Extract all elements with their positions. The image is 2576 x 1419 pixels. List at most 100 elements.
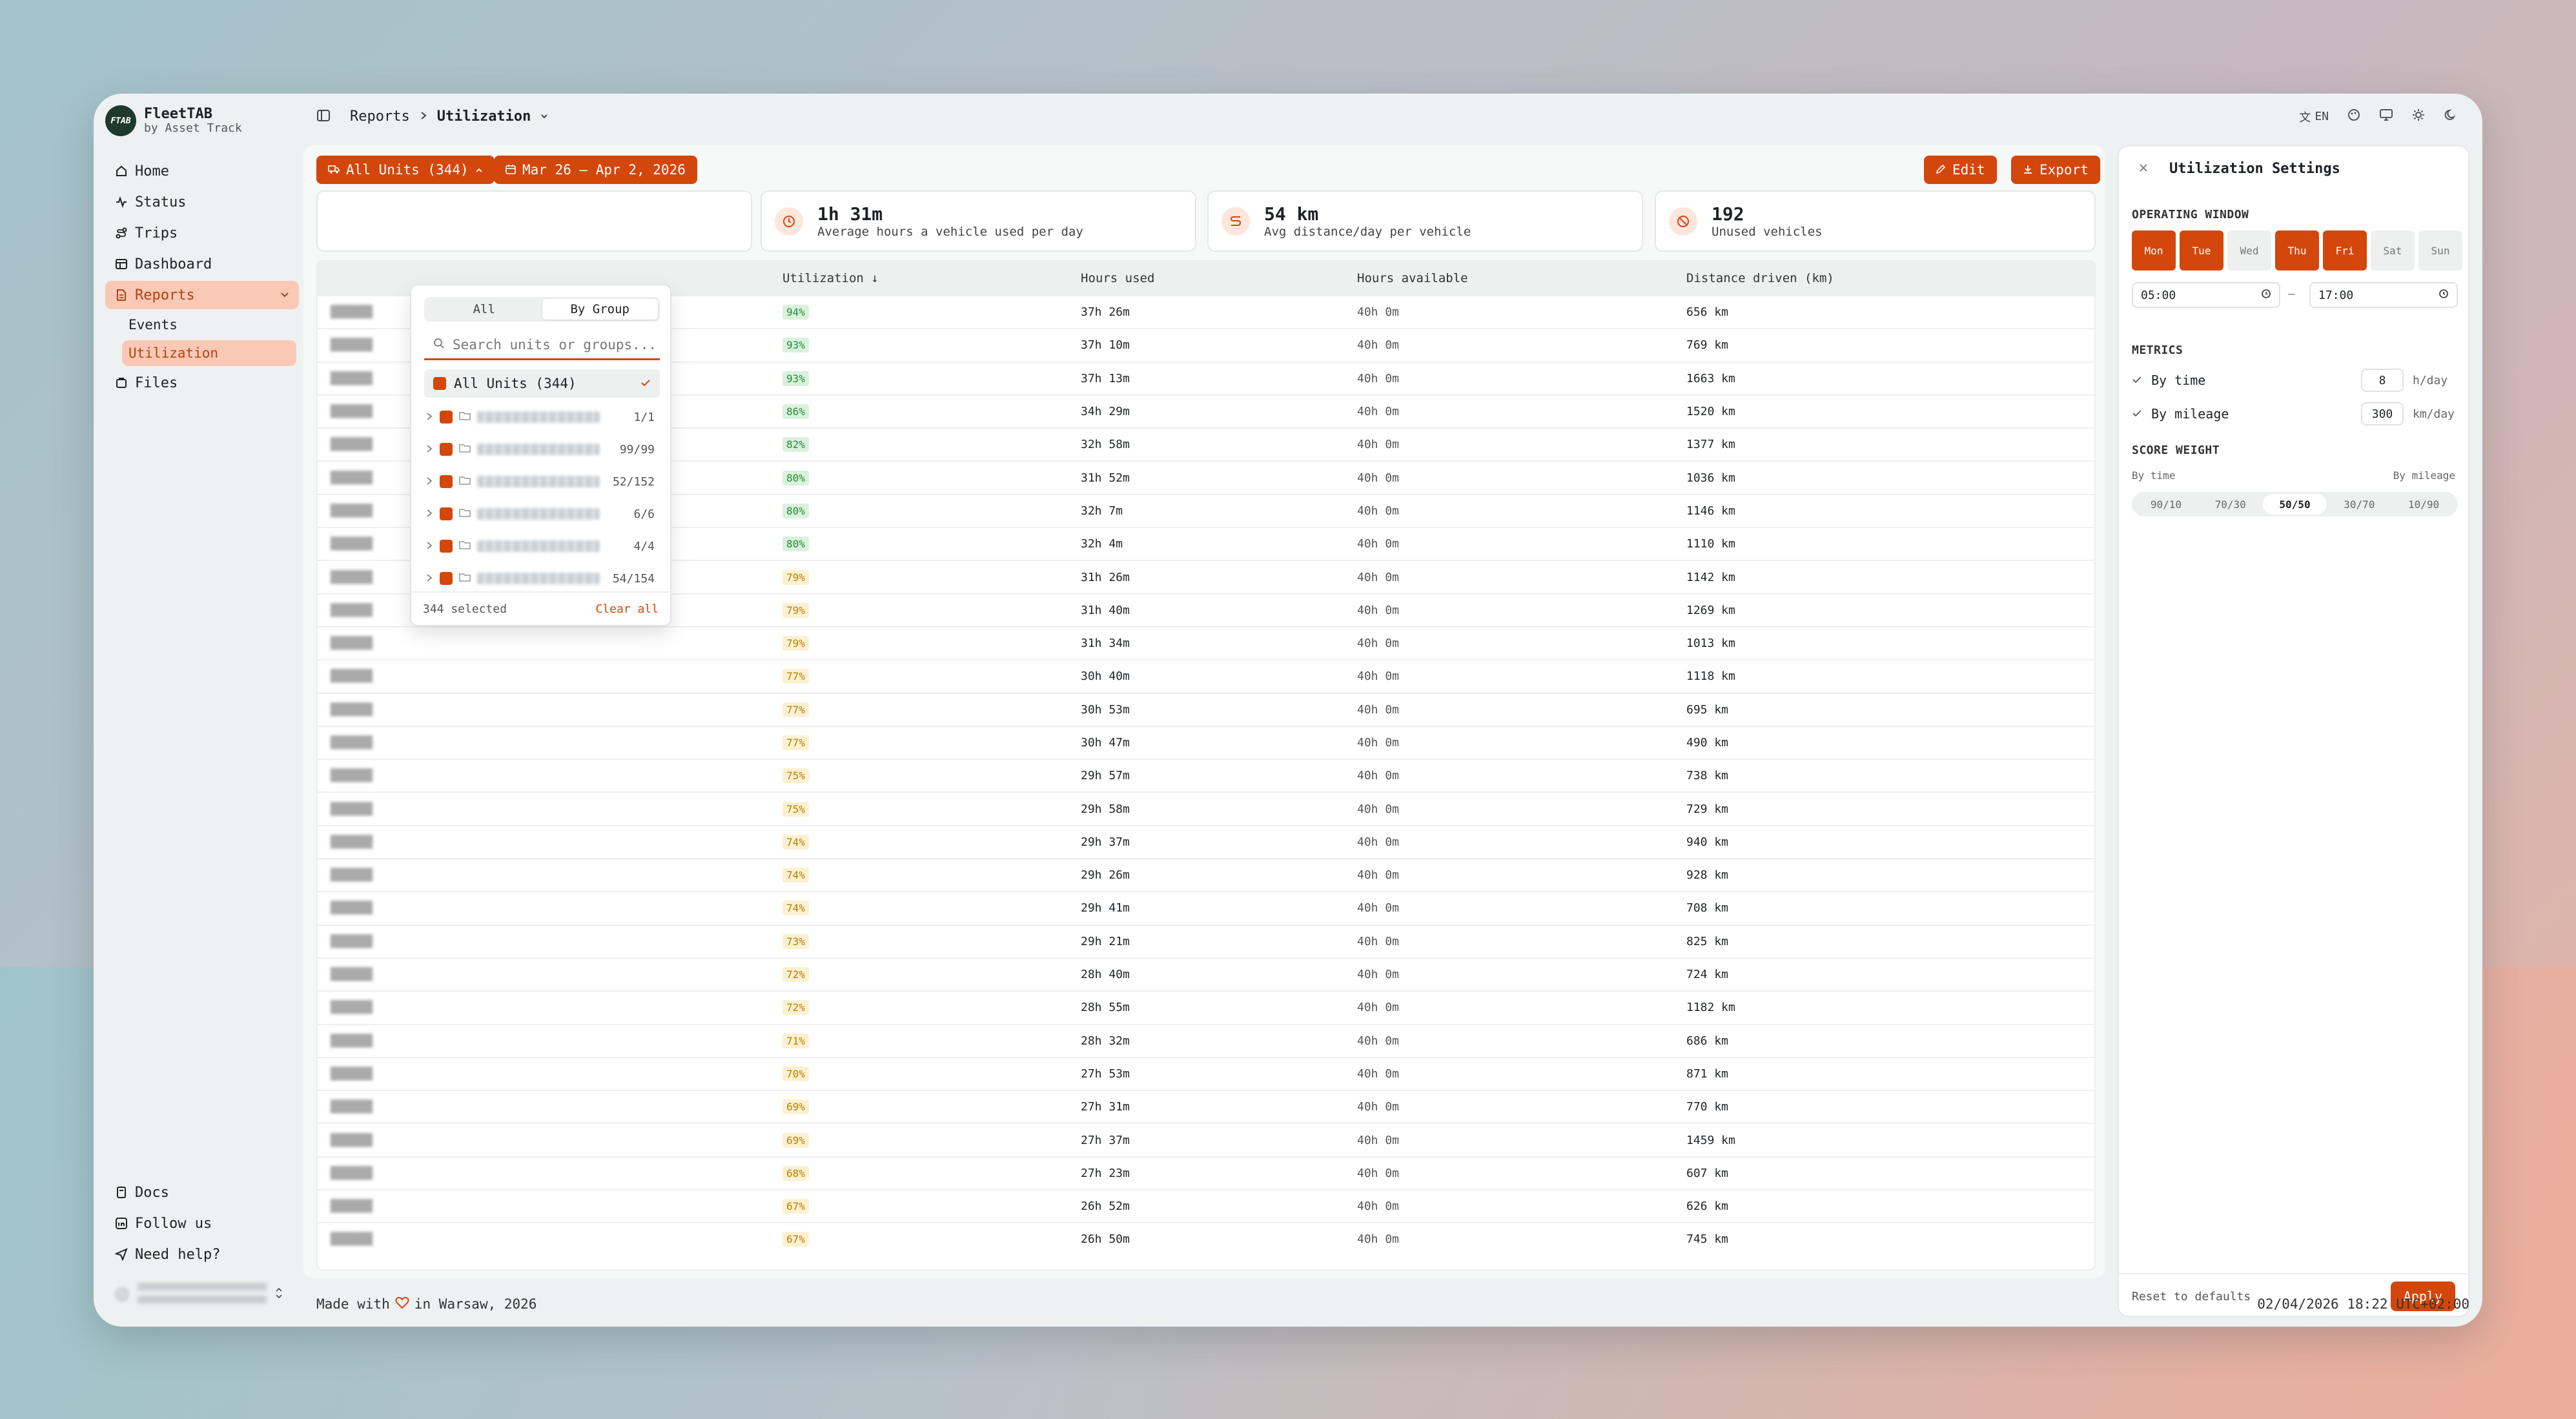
column-header-distance[interactable]: Distance driven (km) bbox=[1673, 271, 2094, 285]
sidebar-item-follow[interactable]: Follow us bbox=[105, 1209, 299, 1238]
end-time-input[interactable]: 17:00 bbox=[2309, 282, 2458, 308]
folder-icon bbox=[459, 507, 471, 521]
group-item[interactable]: 4/4 bbox=[424, 532, 660, 560]
close-icon[interactable] bbox=[2138, 161, 2149, 177]
checkbox[interactable] bbox=[433, 377, 446, 390]
user-menu[interactable] bbox=[105, 1275, 299, 1314]
day-toggle-sat[interactable]: Sat bbox=[2371, 230, 2415, 271]
sidebar-subitem-utilization[interactable]: Utilization bbox=[122, 340, 296, 366]
weight-option[interactable]: 70/30 bbox=[2198, 494, 2263, 515]
chevron-right-icon[interactable] bbox=[425, 540, 433, 553]
group-item[interactable]: 6/6 bbox=[424, 500, 660, 528]
group-item[interactable]: 99/99 bbox=[424, 435, 660, 464]
table-row[interactable]: ██████ 68% 27h 23m 40h 0m 607 km bbox=[318, 1156, 2094, 1189]
day-toggle-thu[interactable]: Thu bbox=[2275, 230, 2319, 271]
group-item[interactable]: 54/154 bbox=[424, 564, 660, 593]
table-row[interactable]: ██████ 69% 27h 37m 40h 0m 1459 km bbox=[318, 1123, 2094, 1156]
checkbox[interactable] bbox=[440, 540, 453, 553]
table-row[interactable]: ██████ 77% 30h 53m 40h 0m 695 km bbox=[318, 692, 2094, 726]
sidebar-item-status[interactable]: Status bbox=[105, 188, 299, 216]
check-icon[interactable] bbox=[2132, 406, 2142, 422]
checkbox[interactable] bbox=[440, 507, 453, 520]
table-row[interactable]: ██████ 67% 26h 50m 40h 0m 745 km bbox=[318, 1222, 2094, 1255]
day-toggle-mon[interactable]: Mon bbox=[2132, 230, 2176, 271]
chevron-right-icon[interactable] bbox=[425, 572, 433, 586]
sidebar-item-help[interactable]: Need help? bbox=[105, 1240, 299, 1269]
weight-option[interactable]: 10/90 bbox=[2391, 494, 2456, 515]
group-item[interactable]: 52/152 bbox=[424, 467, 660, 496]
table-row[interactable]: ██████ 67% 26h 52m 40h 0m 626 km bbox=[318, 1189, 2094, 1222]
sidebar-toggle-icon[interactable] bbox=[316, 108, 332, 124]
sidebar-item-reports[interactable]: Reports bbox=[105, 281, 299, 309]
sidebar-item-home[interactable]: Home bbox=[105, 157, 299, 185]
chevron-right-icon[interactable] bbox=[425, 475, 433, 489]
unit-name-redacted: ██████ bbox=[331, 1001, 373, 1015]
sun-icon[interactable] bbox=[2411, 108, 2426, 125]
all-units-option[interactable]: All Units (344) bbox=[424, 369, 660, 398]
weight-option[interactable]: 90/10 bbox=[2134, 494, 2198, 515]
table-row[interactable]: ██████ 73% 29h 21m 40h 0m 825 km bbox=[318, 924, 2094, 957]
search-input[interactable]: Search units or groups... bbox=[453, 337, 657, 352]
table-row[interactable]: ██████ 71% 28h 32m 40h 0m 686 km bbox=[318, 1023, 2094, 1057]
distance-cell: 1110 km bbox=[1686, 537, 1735, 551]
km-per-day-input[interactable]: 300 bbox=[2361, 402, 2404, 425]
checkbox[interactable] bbox=[440, 572, 453, 585]
edit-button[interactable]: Edit bbox=[1924, 156, 1997, 184]
table-row[interactable]: ██████ 72% 28h 40m 40h 0m 724 km bbox=[318, 957, 2094, 990]
tab-by-group[interactable]: By Group bbox=[542, 299, 658, 320]
language-switcher[interactable]: 文 EN bbox=[2299, 108, 2329, 125]
chevron-right-icon[interactable] bbox=[425, 443, 433, 456]
chevron-right-icon[interactable] bbox=[425, 507, 433, 521]
column-header-hours-available[interactable]: Hours available bbox=[1344, 271, 1673, 285]
units-filter-button[interactable]: All Units (344) bbox=[316, 156, 495, 184]
checkbox[interactable] bbox=[440, 443, 453, 456]
table-row[interactable]: ██████ 74% 29h 26m 40h 0m 928 km bbox=[318, 858, 2094, 891]
table-row[interactable]: ██████ 77% 30h 40m 40h 0m 1118 km bbox=[318, 659, 2094, 692]
weight-option[interactable]: 30/70 bbox=[2327, 494, 2391, 515]
metric-by-mileage[interactable]: By mileage 300 km/day bbox=[2132, 400, 2458, 428]
table-row[interactable]: ██████ 70% 27h 53m 40h 0m 871 km bbox=[318, 1056, 2094, 1090]
day-toggle-wed[interactable]: Wed bbox=[2227, 230, 2271, 271]
table-row[interactable]: ██████ 77% 30h 47m 40h 0m 490 km bbox=[318, 725, 2094, 759]
table-row[interactable]: ██████ 69% 27h 31m 40h 0m 770 km bbox=[318, 1090, 2094, 1123]
hours-per-day-input[interactable]: 8 bbox=[2361, 369, 2404, 392]
moon-icon[interactable] bbox=[2444, 108, 2458, 125]
brand[interactable]: FTAB FleetTAB by Asset Track bbox=[105, 105, 242, 136]
sidebar-item-docs[interactable]: Docs bbox=[105, 1178, 299, 1207]
tab-all[interactable]: All bbox=[426, 299, 542, 320]
palette-icon[interactable] bbox=[2347, 108, 2361, 125]
column-header-utilization[interactable]: Utilization ↓ bbox=[770, 271, 1068, 285]
checkbox[interactable] bbox=[440, 475, 453, 488]
export-button[interactable]: Export bbox=[2011, 156, 2100, 184]
check-icon[interactable] bbox=[2132, 373, 2142, 388]
chevron-down-icon[interactable] bbox=[540, 108, 549, 125]
sidebar-item-dashboard[interactable]: Dashboard bbox=[105, 250, 299, 278]
start-time-input[interactable]: 05:00 bbox=[2132, 282, 2280, 308]
checkbox[interactable] bbox=[440, 411, 453, 424]
sidebar-item-files[interactable]: Files bbox=[105, 369, 299, 397]
units-search[interactable]: Search units or groups... bbox=[424, 331, 660, 360]
table-row[interactable]: ██████ 74% 29h 37m 40h 0m 940 km bbox=[318, 824, 2094, 858]
table-row[interactable]: ██████ 75% 29h 57m 40h 0m 738 km bbox=[318, 759, 2094, 791]
breadcrumb-parent[interactable]: Reports bbox=[350, 108, 410, 125]
column-header-hours-used[interactable]: Hours used bbox=[1068, 271, 1344, 285]
sidebar-subitem-events[interactable]: Events bbox=[105, 312, 299, 338]
utilization-cell: 67% bbox=[770, 1232, 1068, 1247]
hours-used-cell: 37h 10m bbox=[1081, 338, 1130, 352]
day-toggle-fri[interactable]: Fri bbox=[2323, 230, 2367, 271]
metric-by-time[interactable]: By time 8 h/day bbox=[2132, 366, 2458, 394]
table-row[interactable]: ██████ 79% 31h 34m 40h 0m 1013 km bbox=[318, 626, 2094, 659]
table-row[interactable]: ██████ 74% 29h 41m 40h 0m 708 km bbox=[318, 891, 2094, 924]
monitor-icon[interactable] bbox=[2379, 108, 2393, 125]
chevron-right-icon[interactable] bbox=[425, 411, 433, 424]
table-row[interactable]: ██████ 75% 29h 58m 40h 0m 729 km bbox=[318, 791, 2094, 824]
day-toggle-tue[interactable]: Tue bbox=[2180, 230, 2223, 271]
weight-option[interactable]: 50/50 bbox=[2262, 494, 2327, 515]
breadcrumb-current[interactable]: Utilization bbox=[437, 108, 531, 125]
table-row[interactable]: ██████ 72% 28h 55m 40h 0m 1182 km bbox=[318, 990, 2094, 1023]
clear-all-button[interactable]: Clear all bbox=[595, 602, 659, 616]
day-toggle-sun[interactable]: Sun bbox=[2418, 230, 2462, 271]
group-item[interactable]: 1/1 bbox=[424, 403, 660, 431]
sidebar-item-trips[interactable]: Trips bbox=[105, 219, 299, 247]
date-range-button[interactable]: Mar 26 – Apr 2, 2026 bbox=[494, 156, 697, 184]
